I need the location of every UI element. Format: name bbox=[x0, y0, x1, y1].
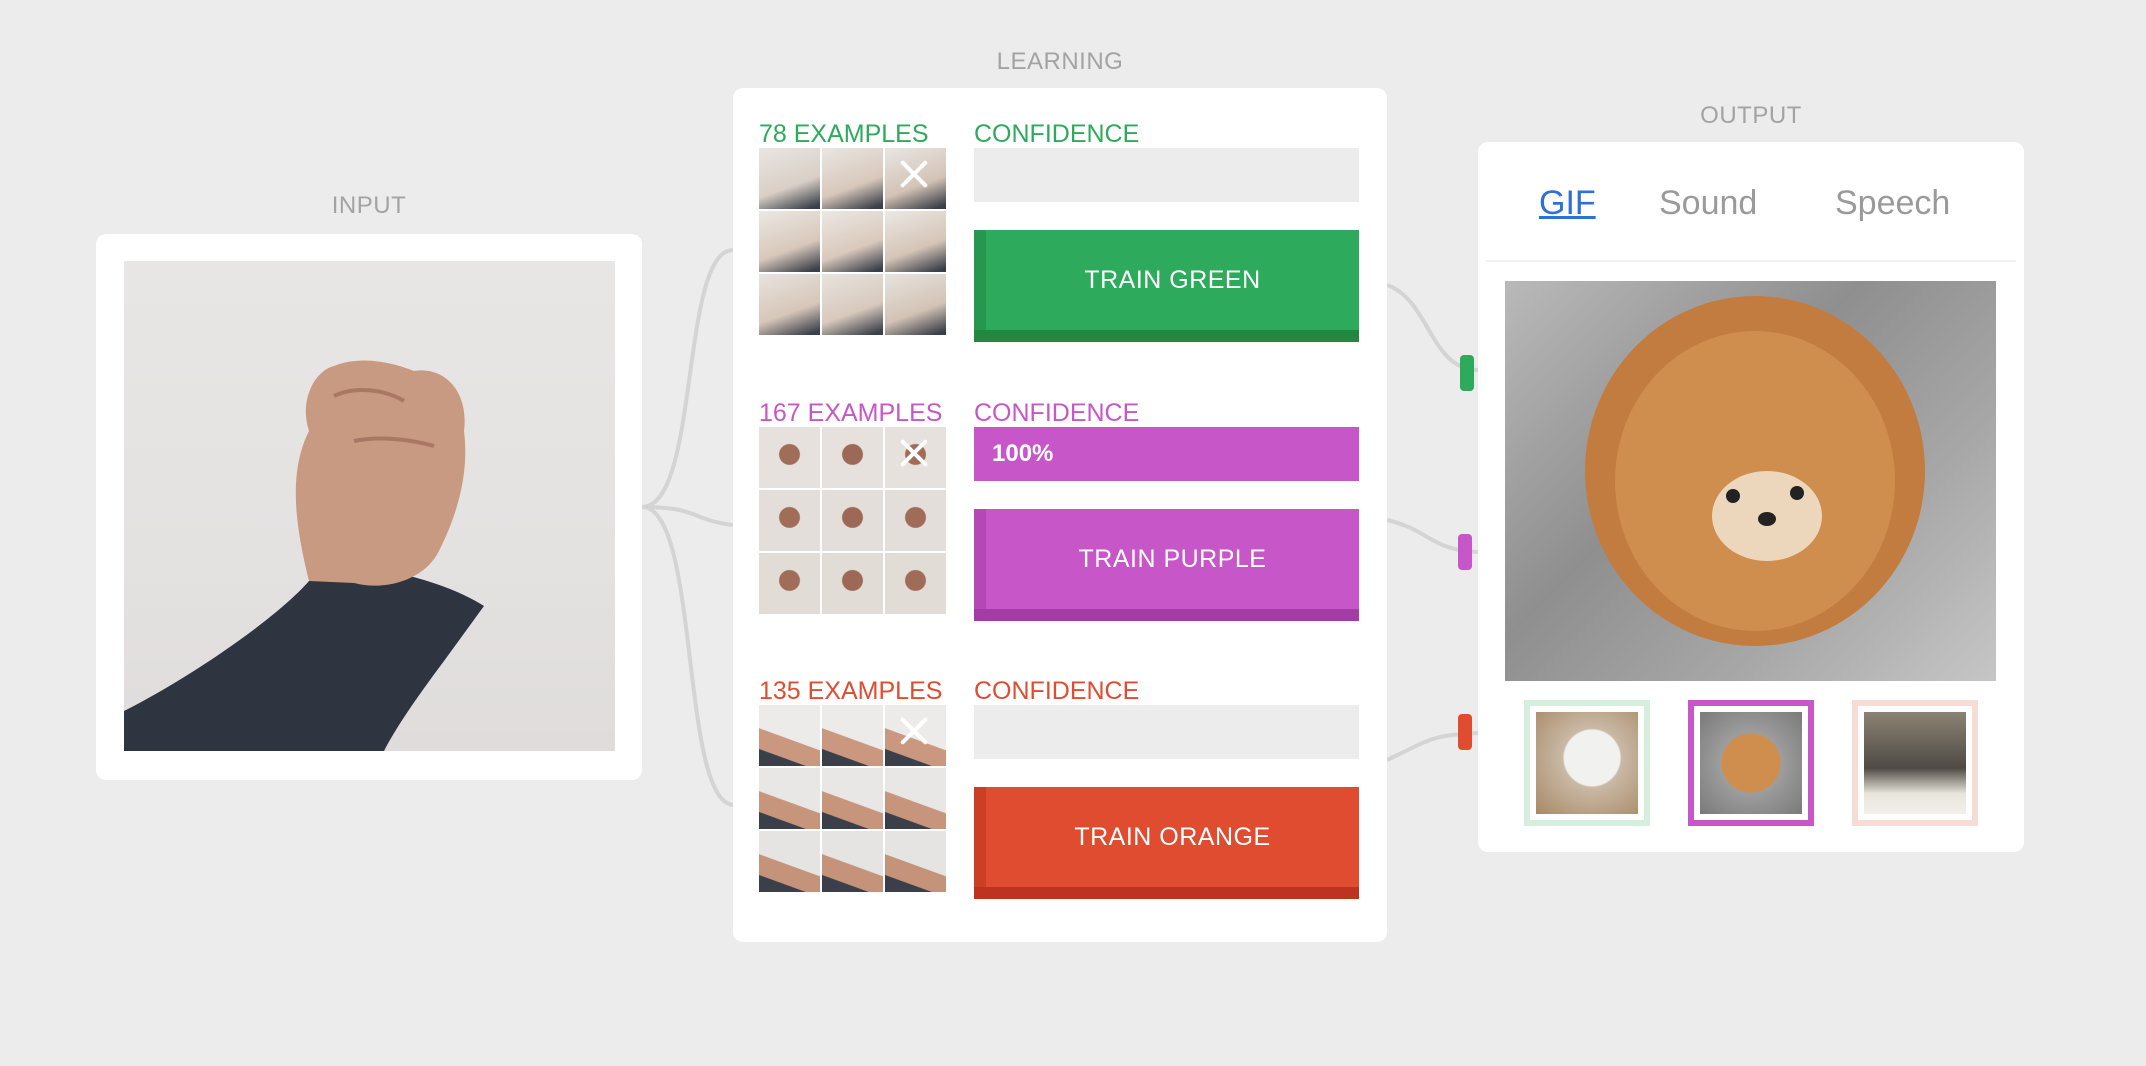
example-thumb bbox=[759, 148, 820, 209]
confidence-label: CONFIDENCE bbox=[974, 677, 1140, 705]
example-thumb bbox=[759, 768, 820, 829]
example-thumb bbox=[822, 427, 883, 488]
class-row-green: 78 EXAMPLES CONFIDENCE TRAIN GREEN bbox=[759, 120, 1359, 370]
example-thumb bbox=[822, 705, 883, 766]
examples-count: 78 EXAMPLES bbox=[759, 120, 929, 148]
example-thumb bbox=[822, 148, 883, 209]
train-button-side bbox=[974, 230, 986, 330]
dog-thumbnail bbox=[1700, 712, 1802, 814]
train-button-side bbox=[974, 509, 986, 609]
example-thumb bbox=[822, 768, 883, 829]
train-orange-button[interactable]: TRAIN ORANGE bbox=[974, 787, 1359, 899]
train-green-button[interactable]: TRAIN GREEN bbox=[974, 230, 1359, 342]
tab-speech[interactable]: Speech bbox=[1835, 184, 1950, 223]
example-thumb bbox=[822, 274, 883, 335]
class-row-purple: 167 EXAMPLES CONFIDENCE 100% TRAIN PURPL… bbox=[759, 399, 1359, 649]
examples-count: 135 EXAMPLES bbox=[759, 677, 943, 705]
example-thumb bbox=[822, 831, 883, 892]
clear-examples-icon[interactable] bbox=[896, 435, 932, 471]
example-thumb bbox=[822, 211, 883, 272]
output-title: OUTPUT bbox=[1700, 102, 1802, 129]
input-panel bbox=[96, 234, 642, 780]
tab-gif[interactable]: GIF bbox=[1539, 184, 1596, 223]
example-thumb bbox=[759, 274, 820, 335]
input-title: INPUT bbox=[331, 192, 407, 219]
confidence-bar: 100% bbox=[974, 427, 1359, 481]
example-thumb bbox=[759, 211, 820, 272]
examples-count: 167 EXAMPLES bbox=[759, 399, 943, 427]
class-row-orange: 135 EXAMPLES CONFIDENCE TRAIN ORANGE bbox=[759, 677, 1359, 927]
train-purple-button[interactable]: TRAIN PURPLE bbox=[974, 509, 1359, 621]
example-thumb bbox=[822, 553, 883, 614]
gif-choice-rabbit[interactable] bbox=[1852, 700, 1978, 826]
train-button-bottom bbox=[974, 330, 1359, 342]
orange-connector bbox=[1458, 714, 1472, 750]
example-thumb bbox=[759, 705, 820, 766]
train-button-label: TRAIN PURPLE bbox=[986, 509, 1359, 609]
confidence-label: CONFIDENCE bbox=[974, 120, 1140, 148]
confidence-bar bbox=[974, 705, 1359, 759]
clear-examples-icon[interactable] bbox=[896, 713, 932, 749]
example-thumb bbox=[759, 553, 820, 614]
cat-thumbnail bbox=[1536, 712, 1638, 814]
example-thumb bbox=[885, 831, 946, 892]
clear-examples-icon[interactable] bbox=[896, 156, 932, 192]
example-thumb bbox=[885, 490, 946, 551]
example-thumb bbox=[822, 490, 883, 551]
gif-choice-cat[interactable] bbox=[1524, 700, 1650, 826]
example-thumb bbox=[885, 211, 946, 272]
tab-sound[interactable]: Sound bbox=[1659, 184, 1757, 223]
example-thumb bbox=[885, 768, 946, 829]
confidence-value: 100% bbox=[992, 440, 1054, 467]
example-thumb bbox=[759, 427, 820, 488]
rabbit-thumbnail bbox=[1864, 712, 1966, 814]
learning-title: LEARNING bbox=[996, 48, 1124, 75]
learning-panel: 78 EXAMPLES CONFIDENCE TRAIN GREEN 167 E… bbox=[733, 88, 1387, 942]
confidence-label: CONFIDENCE bbox=[974, 399, 1140, 427]
green-connector bbox=[1460, 355, 1474, 391]
gif-preview bbox=[1505, 281, 1996, 681]
output-panel: GIF Sound Speech bbox=[1478, 142, 2024, 852]
tab-divider bbox=[1486, 260, 2016, 262]
train-button-bottom bbox=[974, 887, 1359, 899]
train-button-bottom bbox=[974, 609, 1359, 621]
confidence-bar bbox=[974, 148, 1359, 202]
purple-connector bbox=[1458, 534, 1472, 570]
example-thumb bbox=[759, 831, 820, 892]
example-thumb bbox=[885, 553, 946, 614]
train-button-label: TRAIN GREEN bbox=[986, 230, 1359, 330]
example-thumb bbox=[759, 490, 820, 551]
webcam-preview bbox=[124, 261, 615, 751]
train-button-side bbox=[974, 787, 986, 887]
gif-choice-dog[interactable] bbox=[1688, 700, 1814, 826]
train-button-label: TRAIN ORANGE bbox=[986, 787, 1359, 887]
example-thumb bbox=[885, 274, 946, 335]
